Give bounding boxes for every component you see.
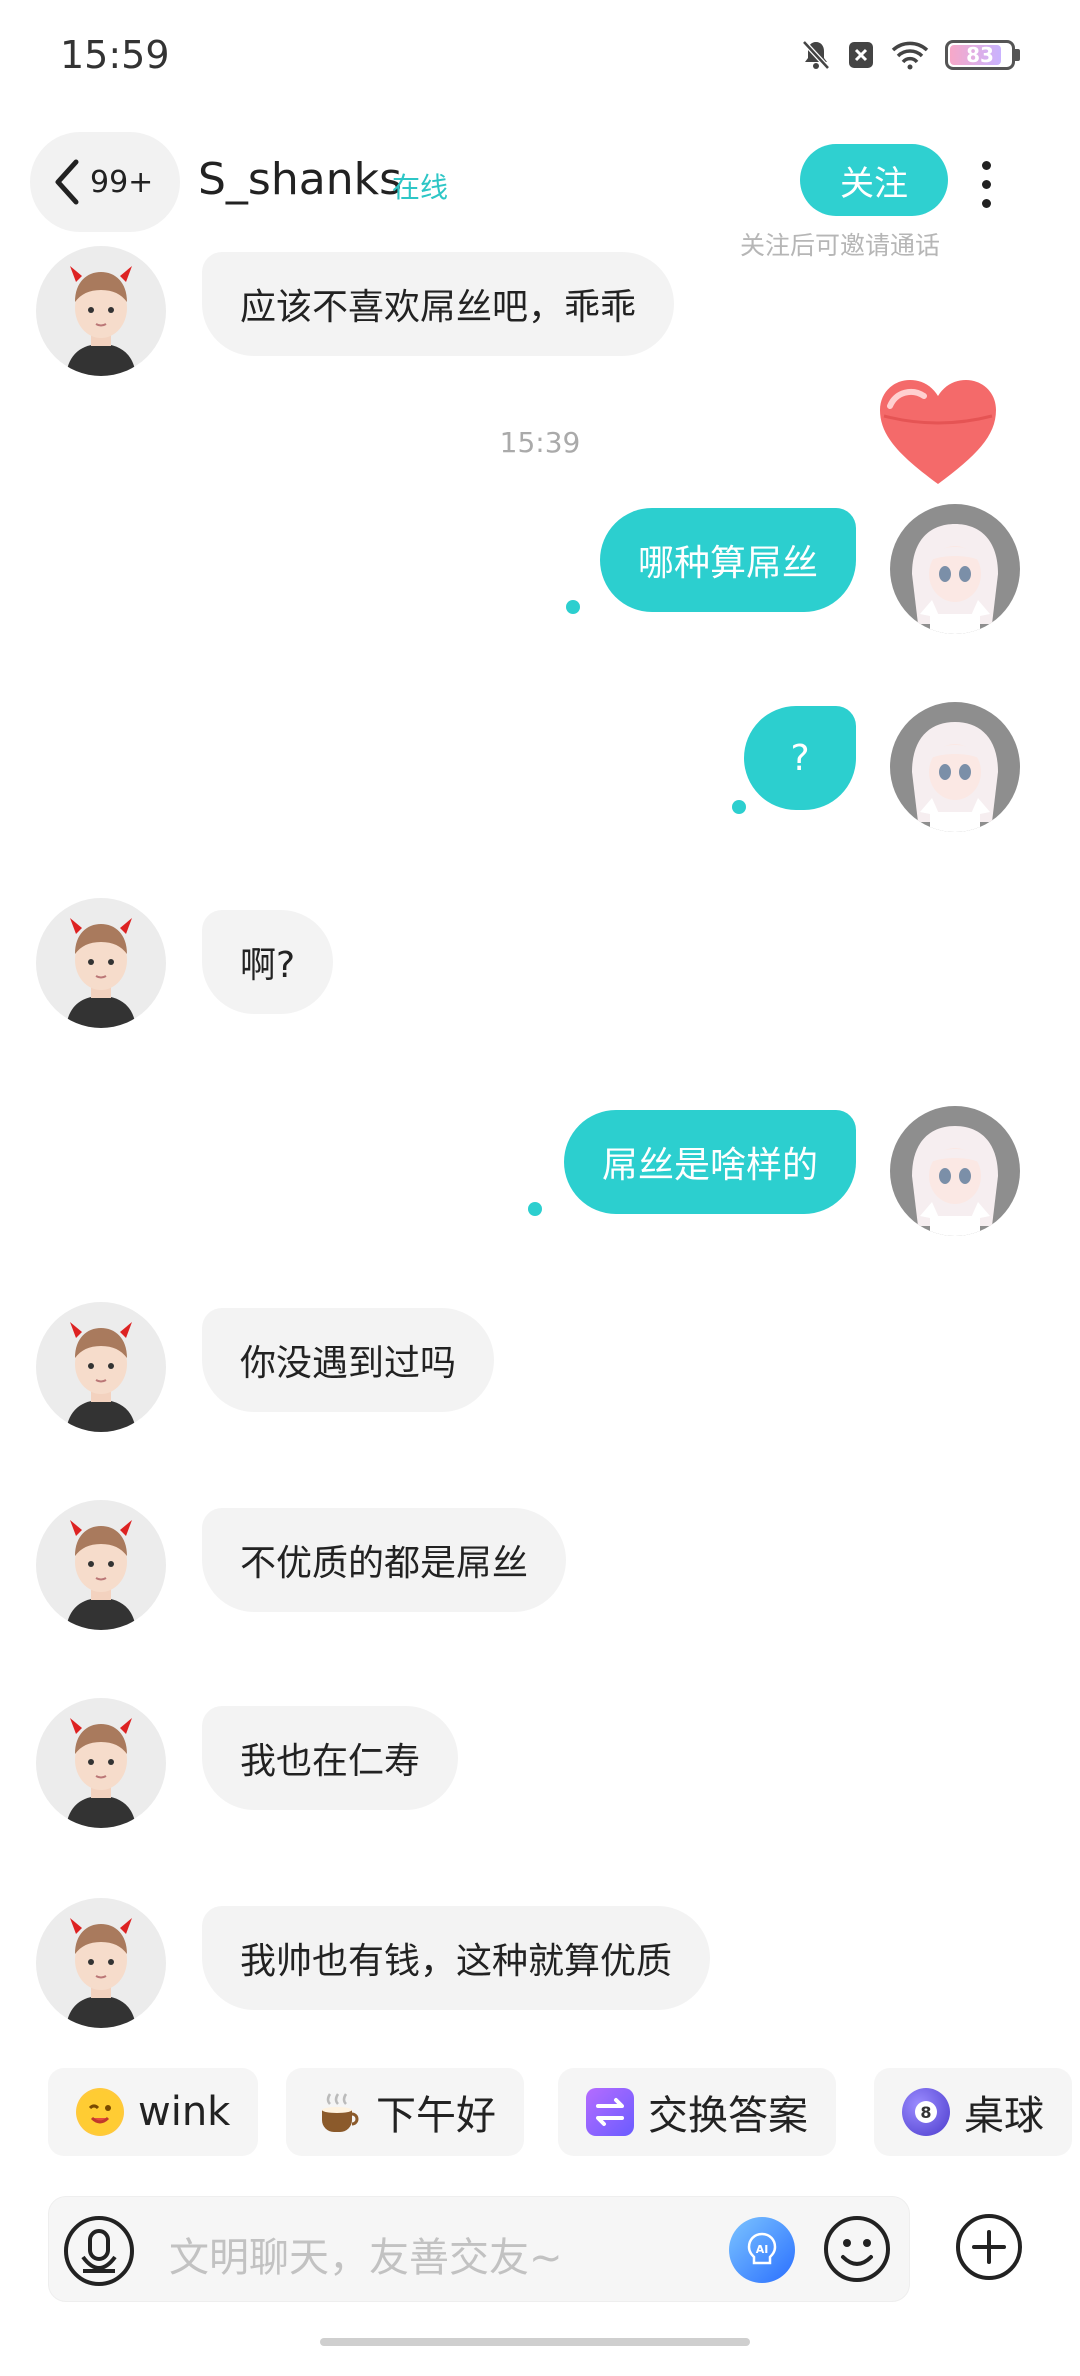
back-button[interactable]: 99+: [30, 132, 180, 232]
sent-indicator: [732, 800, 746, 814]
ai-assistant-icon[interactable]: AI: [729, 2217, 795, 2283]
follow-hint: 关注后可邀请通话: [740, 231, 941, 260]
message-text: ?: [790, 737, 810, 779]
message-text: 应该不喜欢屌丝吧，乖乖: [240, 287, 637, 328]
message-input-bar: 文明聊天，友善交友~ AI: [48, 2196, 910, 2302]
battery-indicator: 83: [945, 40, 1020, 70]
contact-avatar[interactable]: [36, 1898, 166, 2028]
home-indicator[interactable]: [320, 2338, 750, 2346]
devil-boy-avatar-icon: [66, 1918, 136, 2028]
devil-boy-avatar-icon: [66, 1718, 136, 1828]
billiard-ball-icon: 8: [902, 2088, 950, 2136]
message-text: 我也在仁寿: [240, 1741, 421, 1782]
quick-reply-chip[interactable]: 8 桌球: [874, 2068, 1072, 2156]
message-text: 啊?: [240, 945, 296, 986]
message-bubble[interactable]: 我也在仁寿: [202, 1706, 459, 1810]
battery-level: 83: [966, 43, 994, 67]
contact-avatar[interactable]: [36, 1698, 166, 1828]
svg-text:AI: AI: [756, 2243, 769, 2256]
sent-indicator: [566, 600, 580, 614]
devil-boy-avatar-icon: [66, 918, 136, 1028]
quick-reply-row: wink 下午好 交换答案 8 桌球: [48, 2068, 1080, 2156]
message-bubble[interactable]: 你没遇到过吗: [202, 1308, 495, 1412]
message-bubble[interactable]: 屌丝是啥样的: [563, 1110, 856, 1214]
message-bubble[interactable]: 我帅也有钱，这种就算优质: [202, 1906, 711, 2010]
message-bubble[interactable]: ?: [744, 706, 856, 810]
contact-avatar[interactable]: [36, 1500, 166, 1630]
notification-blocked-icon: [849, 42, 873, 68]
message-bubble[interactable]: 啊?: [202, 910, 334, 1014]
my-avatar[interactable]: [890, 1106, 1020, 1236]
more-dot-icon: [981, 160, 991, 170]
wifi-icon: [891, 41, 929, 70]
contact-avatar[interactable]: [36, 898, 166, 1028]
devil-boy-avatar-icon: [66, 1520, 136, 1630]
anime-girl-avatar-icon: [912, 1126, 998, 1236]
more-dot-icon: [981, 198, 991, 208]
more-dot-icon: [981, 179, 991, 189]
contact-avatar[interactable]: [36, 246, 166, 376]
chevron-left-icon: [55, 159, 79, 205]
svg-text:8: 8: [920, 2103, 931, 2122]
contact-avatar[interactable]: [36, 1302, 166, 1432]
more-options-button[interactable]: [966, 148, 1006, 220]
exchange-icon: [586, 2088, 634, 2136]
devil-boy-avatar-icon: [66, 1322, 136, 1432]
my-avatar[interactable]: [890, 702, 1020, 832]
unread-count: 99+: [90, 164, 154, 200]
mute-bell-icon: [802, 40, 830, 70]
emoji-icon[interactable]: [821, 2213, 893, 2285]
status-bar: 15:59 83: [0, 0, 1080, 110]
quick-reply-label: 下午好: [376, 2093, 496, 2139]
sent-indicator: [528, 1202, 542, 1216]
anime-girl-avatar-icon: [912, 722, 998, 832]
quick-reply-label: 桌球: [964, 2093, 1044, 2139]
quick-reply-label: 交换答案: [648, 2093, 808, 2139]
devil-boy-avatar-icon: [66, 266, 136, 376]
online-status: 在线: [392, 171, 449, 204]
coffee-icon: [314, 2088, 362, 2136]
heart-icon[interactable]: [876, 376, 1000, 488]
anime-girl-avatar-icon: [912, 524, 998, 634]
my-avatar[interactable]: [890, 504, 1020, 634]
message-text: 哪种算屌丝: [637, 543, 818, 584]
follow-button[interactable]: 关注: [800, 144, 948, 216]
quick-reply-label: wink: [138, 2089, 231, 2135]
message-bubble[interactable]: 哪种算屌丝: [599, 508, 856, 612]
message-bubble[interactable]: 不优质的都是屌丝: [202, 1508, 567, 1612]
contact-name[interactable]: S_shanks: [198, 154, 402, 205]
message-bubble[interactable]: 应该不喜欢屌丝吧，乖乖: [202, 252, 675, 356]
quick-reply-chip[interactable]: 下午好: [286, 2068, 524, 2156]
voice-input-icon[interactable]: [61, 2213, 137, 2289]
quick-reply-chip[interactable]: 交换答案: [558, 2068, 836, 2156]
chat-header: 99+ S_shanks 在线 关注: [0, 130, 1080, 240]
message-text: 我帅也有钱，这种就算优质: [240, 1941, 673, 1982]
message-text: 不优质的都是屌丝: [240, 1543, 529, 1584]
add-attachment-icon[interactable]: [954, 2212, 1024, 2282]
wink-emoji-icon: [76, 2088, 124, 2136]
message-text: 屌丝是啥样的: [601, 1145, 818, 1186]
status-icons: 83: [801, 39, 1020, 71]
quick-reply-chip[interactable]: wink: [48, 2068, 259, 2156]
status-time: 15:59: [60, 33, 170, 77]
message-text: 你没遇到过吗: [240, 1343, 457, 1384]
message-input[interactable]: 文明聊天，友善交友~: [169, 2225, 563, 2283]
